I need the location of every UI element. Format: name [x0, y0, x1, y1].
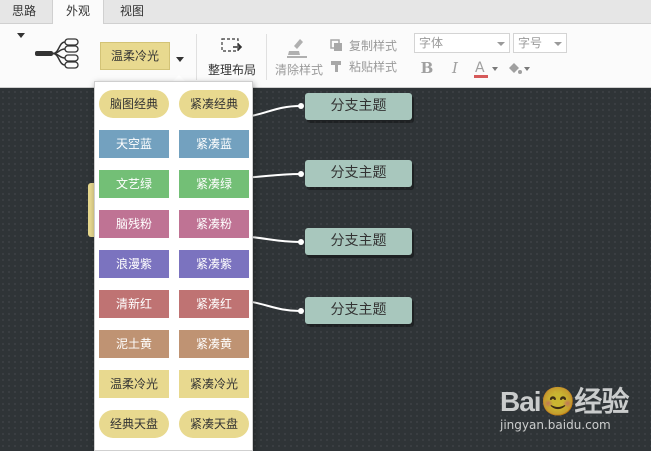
copy-style-button[interactable]: 复制样式 [330, 37, 397, 53]
toolbar-divider [266, 34, 267, 80]
paste-style-button[interactable]: 粘贴样式 [330, 58, 397, 74]
font-family-placeholder: 字体 [419, 36, 444, 50]
appearance-toolbar: 温柔冷光 整理布局 清除样式 复制样式 粘贴样式 字体 字号 B I A [0, 24, 651, 88]
theme-option[interactable]: 紧凑天盘 [179, 410, 249, 438]
theme-dropdown-menu: 脑图经典 紧凑经典 天空蓝 紧凑蓝 文艺绿 紧凑绿 脑残粉 紧凑粉 浪漫紫 紧凑紫 清新红 紧凑红 泥土… [94, 81, 253, 451]
chevron-down-icon [497, 42, 505, 46]
theme-option[interactable]: 浪漫紫 [99, 250, 169, 278]
theme-option[interactable]: 紧凑紫 [179, 250, 249, 278]
theme-select[interactable]: 温柔冷光 [100, 42, 170, 70]
font-family-select[interactable]: 字体 [414, 33, 510, 53]
theme-option[interactable]: 紧凑蓝 [179, 130, 249, 158]
theme-option[interactable]: 文艺绿 [99, 170, 169, 198]
branch-topic[interactable]: 分支主题 [305, 93, 412, 120]
theme-option[interactable]: 脑图经典 [99, 90, 169, 118]
chevron-down-icon [492, 67, 498, 71]
tab-appearance[interactable]: 外观 [52, 0, 104, 25]
theme-option[interactable]: 紧凑经典 [179, 90, 249, 118]
brush-icon[interactable] [286, 37, 310, 59]
theme-option[interactable]: 紧凑绿 [179, 170, 249, 198]
theme-option[interactable]: 紧凑粉 [179, 210, 249, 238]
structure-icon[interactable] [33, 36, 81, 70]
baidu-jingyan-watermark: Bai😊经验 jingyan.baidu.com [498, 378, 648, 438]
tab-view[interactable]: 视图 [108, 0, 156, 24]
theme-option[interactable]: 天空蓝 [99, 130, 169, 158]
clear-style-button[interactable]: 清除样式 [272, 61, 326, 78]
font-color-button[interactable]: A [472, 58, 500, 78]
layout-icon[interactable] [219, 37, 245, 57]
branch-topic[interactable]: 分支主题 [305, 228, 412, 255]
branch-topic[interactable]: 分支主题 [305, 160, 412, 187]
tab-idea[interactable]: 思路 [0, 0, 48, 24]
font-size-select[interactable]: 字号 [513, 33, 567, 53]
paste-icon [331, 61, 341, 72]
theme-option[interactable]: 经典天盘 [99, 410, 169, 438]
toolbar-divider [196, 34, 197, 80]
theme-option[interactable]: 泥土黄 [99, 330, 169, 358]
fill-color-button[interactable] [504, 58, 532, 78]
chevron-down-icon [554, 42, 562, 46]
copy-style-label: 复制样式 [349, 39, 398, 53]
theme-option[interactable]: 脑残粉 [99, 210, 169, 238]
watermark-url: jingyan.baidu.com [500, 418, 611, 432]
branch-topic[interactable]: 分支主题 [305, 297, 412, 324]
arrange-layout-button[interactable]: 整理布局 [206, 61, 258, 78]
paste-style-label: 粘贴样式 [349, 60, 398, 74]
theme-option[interactable]: 清新红 [99, 290, 169, 318]
font-size-placeholder: 字号 [518, 36, 543, 50]
bold-button[interactable]: B [418, 58, 436, 78]
fill-color-icon [509, 63, 522, 74]
theme-option[interactable]: 紧凑红 [179, 290, 249, 318]
font-color-swatch [474, 75, 488, 78]
italic-button[interactable]: I [448, 58, 462, 78]
tab-bar: 思路 外观 视图 [0, 0, 651, 25]
copy-icon [330, 39, 342, 51]
theme-option[interactable]: 紧凑冷光 [179, 370, 249, 398]
theme-dropdown-caret-icon[interactable] [176, 57, 184, 62]
watermark-logo: Bai😊经验 [500, 386, 629, 417]
chevron-down-icon[interactable] [17, 33, 25, 38]
chevron-down-icon [524, 67, 530, 71]
theme-option[interactable]: 紧凑黄 [179, 330, 249, 358]
theme-option[interactable]: 温柔冷光 [99, 370, 169, 398]
